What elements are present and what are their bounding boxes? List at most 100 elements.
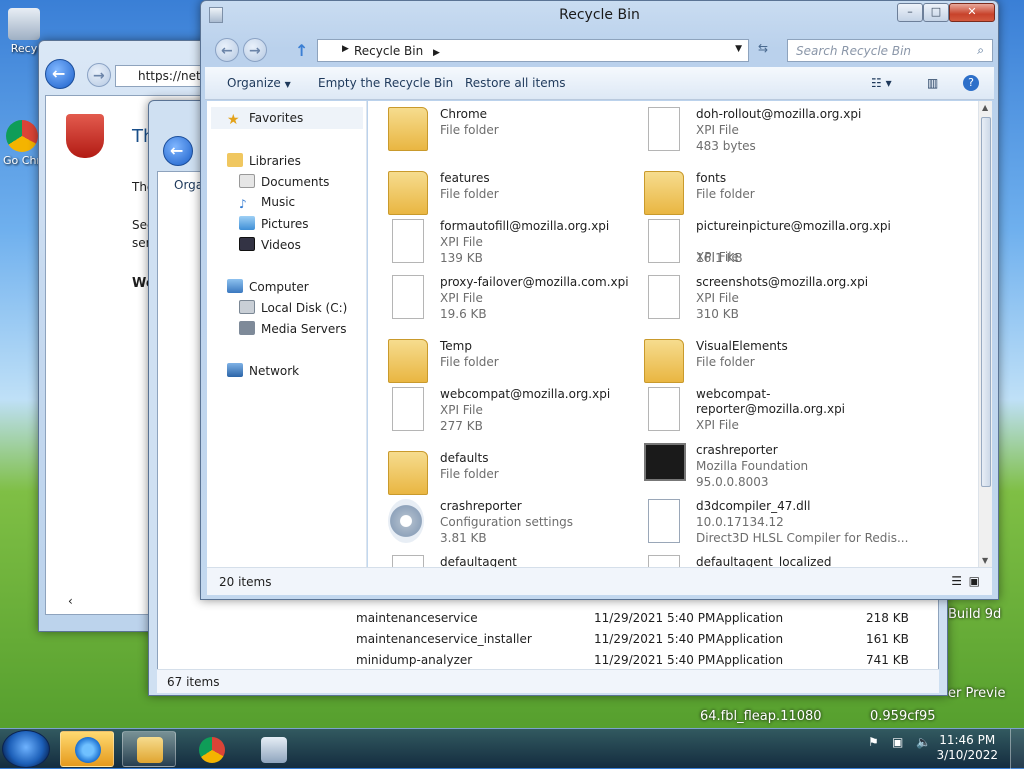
breadcrumb-recycle-bin[interactable]: Recycle Bin [354, 44, 423, 58]
breadcrumb-separator-icon: ▶ [342, 44, 349, 54]
file-detail: 19.6 KB [440, 307, 487, 321]
file-item[interactable]: crashreporter Mozilla Foundation 95.0.0.80… [644, 441, 894, 497]
file-name: doh-rollout@mozilla.org.xpi [696, 107, 862, 121]
file-type: Application [716, 611, 784, 625]
file-item[interactable]: defaultagent_localized [644, 553, 894, 567]
folder-icon [137, 737, 163, 763]
forward-arrow-icon: → [249, 43, 261, 59]
file-item[interactable]: d3dcompiler_47.dll 10.0.17134.12 Direct3D … [644, 497, 908, 553]
file-item[interactable]: webcompat@mozilla.org.xpi XPI File 277 KB [388, 385, 638, 441]
scrollbar-thumb[interactable] [981, 117, 991, 487]
file-detail: XPI File [696, 418, 739, 432]
up-button[interactable]: ↑ [295, 41, 308, 60]
view-options-icon[interactable]: ☷ ▾ [871, 76, 892, 90]
table-row[interactable]: minidump-analyzer 11/29/2021 5:40 PM App… [158, 650, 938, 671]
file-size: 741 KB [866, 653, 909, 667]
file-item[interactable]: formautofill@mozilla.org.xpi XPI File 139 … [388, 217, 638, 273]
nav-documents[interactable]: Documents [239, 174, 329, 189]
forward-button[interactable]: → [243, 38, 267, 62]
nav-videos[interactable]: Videos [239, 237, 301, 252]
file-name: screenshots@mozilla.org.xpi [696, 275, 869, 289]
title-bar[interactable]: Recycle Bin – □ ✕ [201, 1, 998, 33]
watermark-text: 0.959cf95 [870, 709, 936, 724]
restore-all-items-button[interactable]: Restore all items [465, 76, 566, 90]
file-detail: Mozilla Foundation [696, 459, 809, 473]
chrome-icon [6, 120, 38, 152]
table-row[interactable]: maintenanceservice 11/29/2021 5:40 PM Ap… [158, 608, 938, 629]
organize-button[interactable]: Organize ▼ [227, 76, 291, 90]
back-arrow-icon: ← [170, 141, 184, 160]
scroll-down-icon[interactable]: ▼ [982, 556, 988, 565]
window-title: Recycle Bin [559, 7, 640, 23]
large-icons-view-icon[interactable]: ▣ [969, 574, 980, 588]
taskbar-media-button[interactable] [246, 731, 300, 767]
table-row[interactable]: maintenanceservice_installer 11/29/2021 … [158, 629, 938, 650]
nav-music[interactable]: ♪ Music [239, 195, 295, 211]
details-view-icon[interactable]: ☰ [951, 574, 962, 588]
search-input[interactable]: Search Recycle Bin ⌕ [787, 39, 993, 62]
network-tray-icon[interactable]: ▣ [892, 735, 903, 749]
taskbar-ie-button[interactable] [60, 731, 114, 767]
back-button[interactable]: ← [45, 59, 75, 89]
volume-icon[interactable]: 🔈 [916, 735, 931, 749]
security-shield-icon [66, 114, 104, 158]
file-name: features [440, 171, 490, 185]
taskbar-explorer-button[interactable] [122, 731, 176, 767]
crashreporter-icon [644, 443, 686, 481]
folder-icon [388, 107, 428, 151]
file-detail: 95.0.0.8003 [696, 475, 769, 489]
maximize-button[interactable]: □ [923, 3, 949, 22]
nav-libraries[interactable]: Libraries [227, 153, 301, 168]
vertical-scrollbar[interactable]: ▲ ▼ [978, 101, 992, 567]
file-item[interactable]: pictureinpicture@mozilla.org.xpi XPI File… [644, 217, 894, 273]
breadcrumb-separator-icon: ▶ [433, 48, 440, 58]
document-icon [648, 219, 680, 263]
show-desktop-button[interactable] [1010, 729, 1024, 769]
system-clock[interactable]: 11:46 PM 3/10/2022 [936, 733, 998, 763]
clock-date: 3/10/2022 [936, 748, 998, 762]
forward-button[interactable]: → [87, 63, 111, 87]
address-bar[interactable]: ▶ Recycle Bin ▶ ▼ [317, 39, 749, 62]
file-item[interactable]: Chrome File folder [388, 105, 638, 161]
nav-media-servers[interactable]: Media Servers [239, 321, 346, 336]
nav-network[interactable]: Network [227, 363, 299, 378]
computer-icon [227, 279, 243, 293]
help-icon[interactable]: ? [963, 75, 979, 91]
recycle-bin-window[interactable]: Recycle Bin – □ ✕ ← → ↑ ▶ Recycle Bin ▶ … [200, 0, 999, 600]
libraries-icon [227, 153, 243, 167]
back-button[interactable]: ← [163, 136, 193, 166]
ie-scroll-left-icon[interactable]: ‹ [68, 594, 73, 608]
address-dropdown-icon[interactable]: ▼ [735, 44, 742, 54]
folder-icon [388, 171, 428, 215]
file-name: Temp [440, 339, 472, 353]
file-name: maintenanceservice [356, 611, 478, 625]
nav-local-disk[interactable]: Local Disk (C:) [239, 300, 347, 315]
start-button[interactable] [2, 730, 50, 768]
nav-pictures[interactable]: Pictures [239, 216, 309, 231]
file-name: defaultagent [440, 555, 517, 567]
empty-recycle-bin-button[interactable]: Empty the Recycle Bin [318, 76, 453, 90]
file-item[interactable]: webcompat-reporter@mozilla.org.xpi XPI Fi… [644, 385, 894, 441]
document-icon [392, 555, 424, 567]
action-center-flag-icon[interactable]: ⚑ [868, 735, 879, 749]
file-size: 161 KB [866, 632, 909, 646]
preview-pane-icon[interactable]: ▥ [927, 76, 938, 90]
nav-favorites[interactable]: ★ Favorites [211, 107, 363, 129]
nav-computer[interactable]: Computer [227, 279, 309, 294]
file-name: defaultagent_localized [696, 555, 832, 567]
item-count: 67 items [167, 675, 220, 689]
organize-button[interactable]: Orga [174, 178, 203, 192]
chevron-down-icon: ▼ [284, 80, 291, 89]
close-button[interactable]: ✕ [949, 3, 995, 22]
file-item[interactable]: screenshots@mozilla.org.xpi XPI File 310 K… [644, 273, 894, 329]
refresh-button[interactable]: ⇆ [752, 41, 774, 61]
file-item[interactable]: doh-rollout@mozilla.org.xpi XPI File 483 b… [644, 105, 894, 161]
minimize-button[interactable]: – [897, 3, 923, 22]
file-detail: XPI File [440, 403, 483, 417]
back-button[interactable]: ← [215, 38, 239, 62]
file-item[interactable]: defaultagent [388, 553, 638, 567]
file-item[interactable]: crashreporter Configuration settings 3.81 … [388, 497, 638, 553]
taskbar-chrome-button[interactable] [184, 731, 238, 767]
scroll-up-icon[interactable]: ▲ [982, 103, 988, 112]
file-item[interactable]: proxy-failover@mozilla.com.xpi XPI File 19… [388, 273, 638, 329]
